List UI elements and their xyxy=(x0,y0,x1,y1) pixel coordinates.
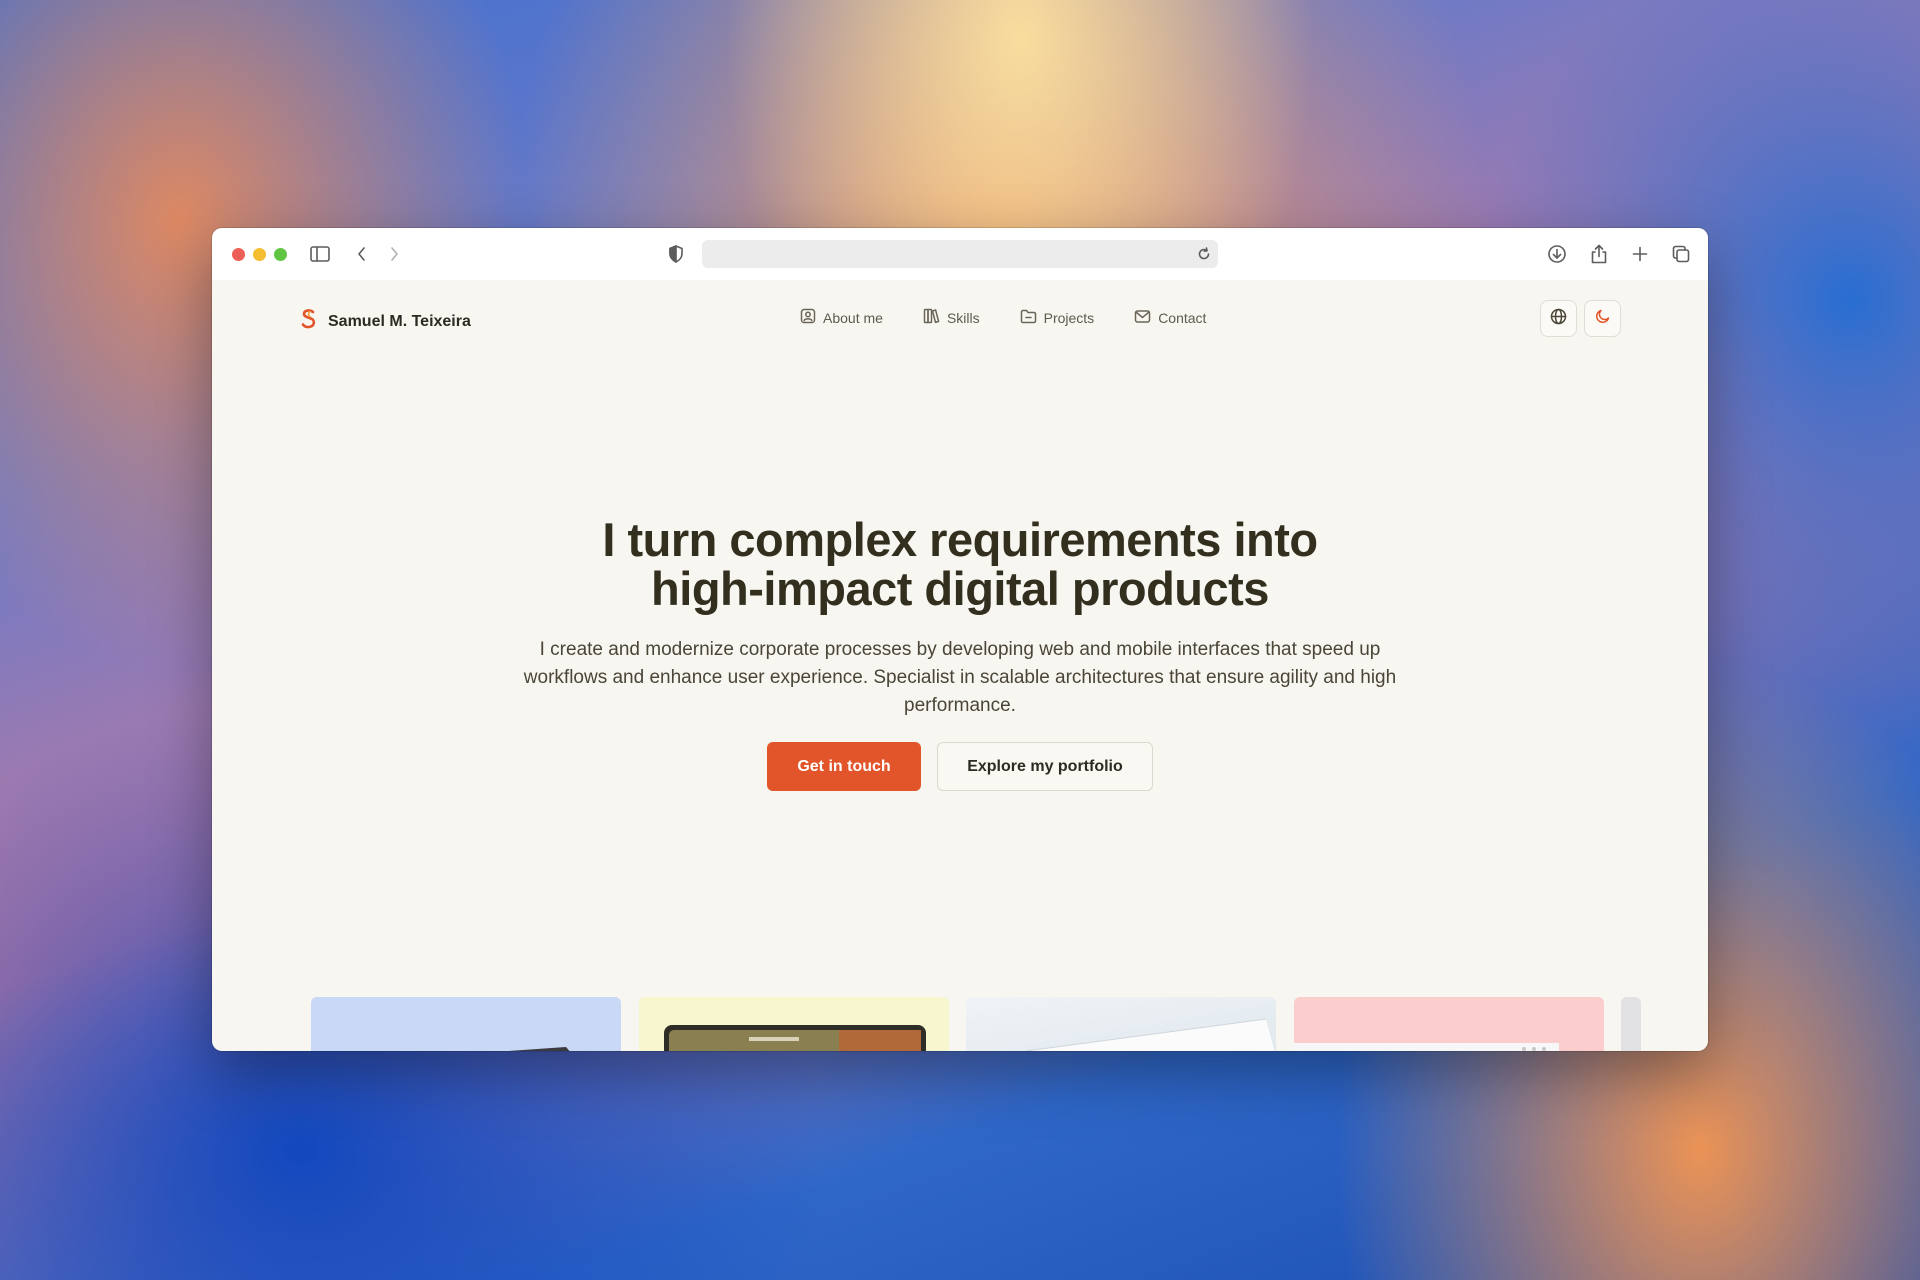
logo-icon xyxy=(300,308,318,335)
project-card[interactable] xyxy=(1294,997,1604,1051)
project-preview-image xyxy=(508,1047,570,1051)
project-preview-image xyxy=(664,1025,926,1051)
user-card-icon xyxy=(800,308,816,327)
close-window-button[interactable] xyxy=(232,248,245,261)
minimize-window-button[interactable] xyxy=(253,248,266,261)
hero-title-line-1: I turn complex requirements into xyxy=(602,513,1318,566)
get-in-touch-button[interactable]: Get in touch xyxy=(767,742,921,791)
hero-title: I turn complex requirements into high-im… xyxy=(212,515,1708,613)
project-card[interactable] xyxy=(966,997,1276,1051)
language-button[interactable] xyxy=(1540,300,1577,337)
nav-item-about[interactable]: About me xyxy=(800,308,883,327)
project-preview-image xyxy=(1025,1018,1275,1051)
nav-item-label: Skills xyxy=(946,309,980,326)
downloads-icon[interactable] xyxy=(1545,242,1569,266)
sidebar-toggle-icon[interactable] xyxy=(308,242,332,266)
browser-window: Samuel M. Teixeira About me Skills Proje… xyxy=(212,228,1708,1051)
browser-toolbar xyxy=(212,228,1708,280)
nav-item-label: About me xyxy=(823,309,883,326)
main-nav: About me Skills Projects Contact xyxy=(800,308,1206,327)
tab-overview-icon[interactable] xyxy=(1669,242,1693,266)
back-icon[interactable] xyxy=(350,242,374,266)
nav-item-label: Projects xyxy=(1043,309,1095,326)
project-preview-image xyxy=(1294,1043,1559,1051)
theme-toggle-button[interactable] xyxy=(1584,300,1621,337)
mail-icon xyxy=(1134,309,1151,327)
project-card[interactable] xyxy=(311,997,621,1051)
site-brand[interactable]: Samuel M. Teixeira xyxy=(300,308,471,335)
project-card[interactable] xyxy=(1621,997,1641,1051)
folder-icon xyxy=(1020,309,1037,327)
forward-icon[interactable] xyxy=(382,242,406,266)
brand-name: Samuel M. Teixeira xyxy=(328,312,471,330)
nav-item-contact[interactable]: Contact xyxy=(1134,309,1206,327)
project-card[interactable] xyxy=(639,997,949,1051)
moon-icon xyxy=(1595,308,1611,329)
nav-item-label: Contact xyxy=(1158,309,1207,326)
explore-portfolio-button[interactable]: Explore my portfolio xyxy=(937,742,1153,791)
books-icon xyxy=(923,308,940,327)
hero-title-line-2: high-impact digital products xyxy=(651,562,1269,615)
new-tab-icon[interactable] xyxy=(1628,242,1652,266)
globe-icon xyxy=(1550,308,1567,330)
privacy-shield-icon[interactable] xyxy=(664,242,688,266)
zoom-window-button[interactable] xyxy=(274,248,287,261)
hero-subtitle: I create and modernize corporate process… xyxy=(523,639,1397,716)
window-controls xyxy=(232,248,287,261)
nav-item-skills[interactable]: Skills xyxy=(923,308,980,327)
web-page: Samuel M. Teixeira About me Skills Proje… xyxy=(212,280,1708,1051)
share-icon[interactable] xyxy=(1587,242,1611,266)
address-bar[interactable] xyxy=(702,240,1218,268)
reload-icon[interactable] xyxy=(1192,242,1216,266)
nav-item-projects[interactable]: Projects xyxy=(1020,309,1095,327)
